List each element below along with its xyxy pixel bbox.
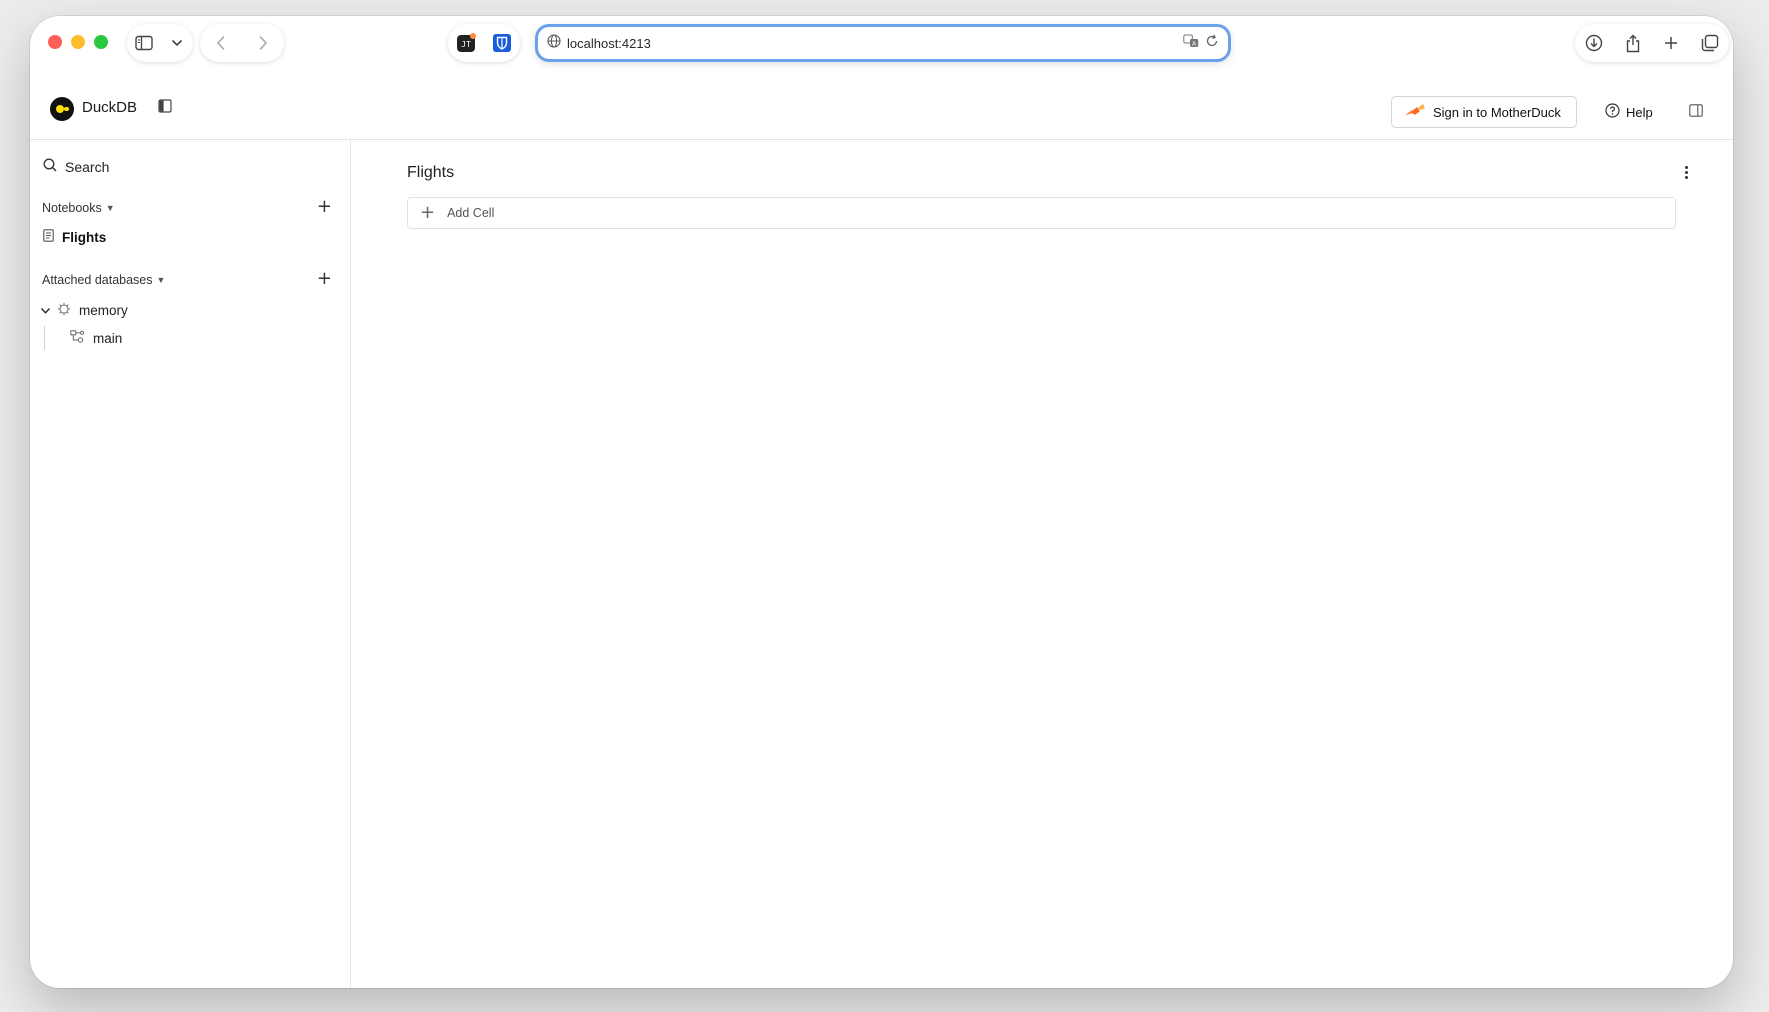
tree-guide-line [44, 326, 45, 350]
notebook-title[interactable]: Flights [407, 164, 454, 182]
tabs-overview-icon[interactable] [1698, 31, 1722, 55]
database-label: memory [79, 303, 128, 318]
translate-icon[interactable]: A [1183, 34, 1199, 53]
globe-icon [547, 33, 561, 53]
sidebar-control [127, 24, 193, 62]
zoom-window-button[interactable] [94, 35, 108, 49]
address-bar[interactable]: localhost:4213 A [535, 24, 1231, 62]
navigation-controls [200, 24, 284, 62]
back-icon[interactable] [209, 31, 233, 55]
sidebar-toggle-icon[interactable] [158, 99, 172, 118]
search-label: Search [65, 158, 110, 175]
schema-label: main [93, 330, 123, 346]
sidebar: Search Notebooks ▼ + Flights Attached da… [30, 140, 351, 988]
browser-window: JT localhost:4213 A DuckDB Sign in to Mo… [30, 16, 1733, 988]
app-header: DuckDB Sign in to MotherDuck Help [30, 78, 1733, 140]
close-window-button[interactable] [48, 35, 62, 49]
duckdb-logo-icon [50, 97, 74, 121]
add-cell-label: Add Cell [447, 206, 495, 220]
extensions-bar: JT [448, 24, 520, 62]
database-item-memory[interactable]: memory [40, 302, 128, 319]
schema-item-main[interactable]: main [70, 330, 122, 346]
database-icon [57, 302, 71, 319]
download-icon[interactable] [1582, 31, 1606, 55]
more-options-icon[interactable] [1678, 164, 1694, 180]
caret-down-icon: ▼ [105, 203, 115, 213]
extension-icon[interactable]: JT [454, 31, 478, 55]
right-panel-toggle-icon[interactable] [1689, 104, 1703, 122]
chevron-down-icon[interactable] [165, 31, 189, 55]
browser-toolbar: JT localhost:4213 A [30, 16, 1733, 78]
notebook-icon [43, 229, 54, 245]
attach-database-button[interactable]: + [317, 270, 332, 288]
search-icon [43, 158, 57, 175]
schema-icon [70, 330, 85, 346]
help-label: Help [1626, 104, 1653, 120]
databases-heading: Attached databases [42, 273, 153, 287]
caret-down-icon: ▼ [156, 275, 166, 285]
share-icon[interactable] [1621, 31, 1645, 55]
notebook-label: Flights [62, 229, 107, 245]
notebook-item-flights[interactable]: Flights [43, 229, 106, 245]
notebooks-section-header[interactable]: Notebooks ▼ [42, 201, 115, 215]
add-cell-button[interactable]: + Add Cell [407, 197, 1676, 229]
sidebar-icon[interactable] [132, 31, 156, 55]
search-button[interactable]: Search [43, 158, 109, 175]
motherduck-button-label: Sign in to MotherDuck [1433, 104, 1561, 120]
reload-icon[interactable] [1205, 34, 1219, 53]
motherduck-logo-icon [1403, 103, 1427, 122]
notebook-editor: Flights + Add Cell [352, 140, 1733, 988]
svg-text:JT: JT [461, 40, 471, 49]
app-name: DuckDB [82, 99, 138, 116]
browser-actions [1575, 24, 1729, 62]
help-button[interactable]: Help [1605, 103, 1653, 121]
forward-icon[interactable] [251, 31, 275, 55]
new-tab-icon[interactable] [1659, 31, 1683, 55]
url-text[interactable]: localhost:4213 [567, 36, 1183, 51]
add-notebook-button[interactable]: + [317, 198, 332, 216]
minimize-window-button[interactable] [71, 35, 85, 49]
plus-icon: + [420, 202, 436, 223]
databases-section-header[interactable]: Attached databases ▼ [42, 273, 165, 287]
chevron-down-icon[interactable] [40, 303, 51, 318]
bitwarden-icon[interactable] [490, 31, 514, 55]
help-circle-icon [1605, 103, 1620, 121]
motherduck-sign-in-button[interactable]: Sign in to MotherDuck [1391, 96, 1577, 128]
notebooks-heading: Notebooks [42, 201, 102, 215]
